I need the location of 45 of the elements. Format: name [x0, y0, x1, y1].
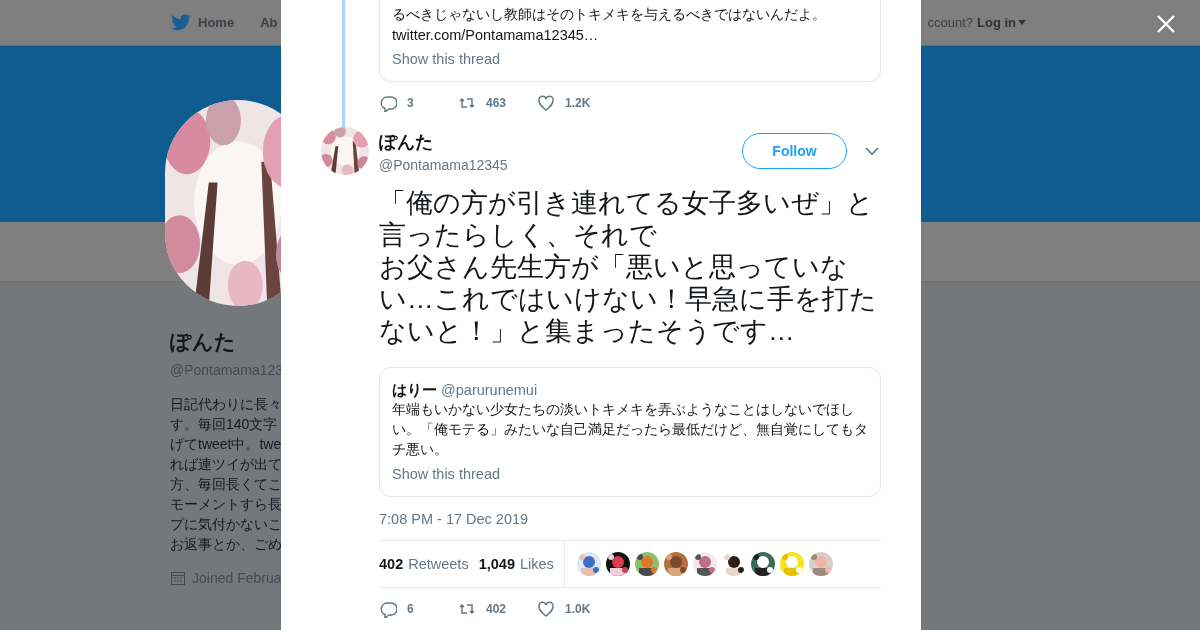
bio-line: 方、毎回長くてこ — [170, 475, 282, 494]
bio-line: モーメントすら長 — [170, 495, 282, 514]
bio-line: げてtweet中。twe — [170, 435, 282, 454]
bio-line: す。毎回140文字 — [170, 415, 278, 434]
heart-icon — [537, 94, 555, 112]
tweet-timestamp: 7:08 PM - 17 Dec 2019 — [379, 511, 530, 527]
quoted-text: 年端もいかない少女たちの淡いトキメキを弄ぶようなことはしないでほしい。「俺モテる」みたいな自己満足だったら最低だけど、無自覚にしてもタチ悪い。 — [392, 401, 868, 459]
action-count: 3 — [407, 96, 414, 110]
tweet-text: 「俺の方が引き連れてる女子多いぜ」と言ったらしく、それで — [379, 187, 875, 251]
nav-link[interactable]: Ab — [260, 15, 278, 30]
stat-count: 1,049 — [478, 556, 515, 572]
action-count: 6 — [407, 602, 414, 616]
nav-link[interactable]: Home — [170, 13, 235, 32]
quoted-text: るべきじゃないし教師はそのトキメキを与えるべきではないんだよ。 — [392, 6, 827, 24]
stat-label: Likes — [519, 556, 554, 572]
user-handle: @Pontamama12345 — [379, 156, 508, 173]
quoted-user-name: はりー — [392, 381, 437, 398]
chevron-icon — [865, 146, 879, 156]
calendar-icon — [170, 570, 186, 586]
close-icon[interactable] — [1156, 14, 1176, 34]
reply-icon — [379, 600, 397, 618]
login-link[interactable]: Log in — [977, 15, 1026, 30]
caret-icon — [1018, 20, 1026, 25]
action-count: 1.2K — [565, 96, 591, 110]
bio-line: プに気付かないこ — [170, 515, 282, 534]
bio-line: れば連ツイが出て — [170, 455, 282, 474]
bio-line: 日記代わりに長々 — [170, 395, 282, 414]
stat-label: Retweets — [408, 556, 469, 572]
tweet-link[interactable]: twitter.com/Pontamama12345… — [392, 25, 868, 45]
action-count: 402 — [486, 602, 507, 616]
user-name: ぽんた — [379, 130, 434, 154]
stat-count: 402 — [379, 556, 404, 572]
show-thread-link[interactable]: Show this thread — [392, 49, 500, 69]
bio-line: お返事とか、ごめ — [170, 535, 282, 554]
quoted-user-handle: @parurunemui — [441, 382, 538, 398]
reply-icon — [379, 94, 397, 112]
action-count: 1.0K — [565, 602, 591, 616]
login-prompt: ccount? — [927, 15, 973, 30]
follow-button[interactable]: Follow — [742, 133, 847, 169]
profile-name: ぽんた — [170, 329, 236, 355]
heart-icon — [537, 600, 555, 618]
action-count: 463 — [486, 96, 507, 110]
show-thread-link[interactable]: Show this thread — [392, 464, 500, 484]
tweet-text: お父さん先生方が「悪いと思っていない…これではいけない！早急に手を打たないと！」と集まったそうです… — [379, 251, 878, 347]
bird-icon — [170, 13, 192, 32]
